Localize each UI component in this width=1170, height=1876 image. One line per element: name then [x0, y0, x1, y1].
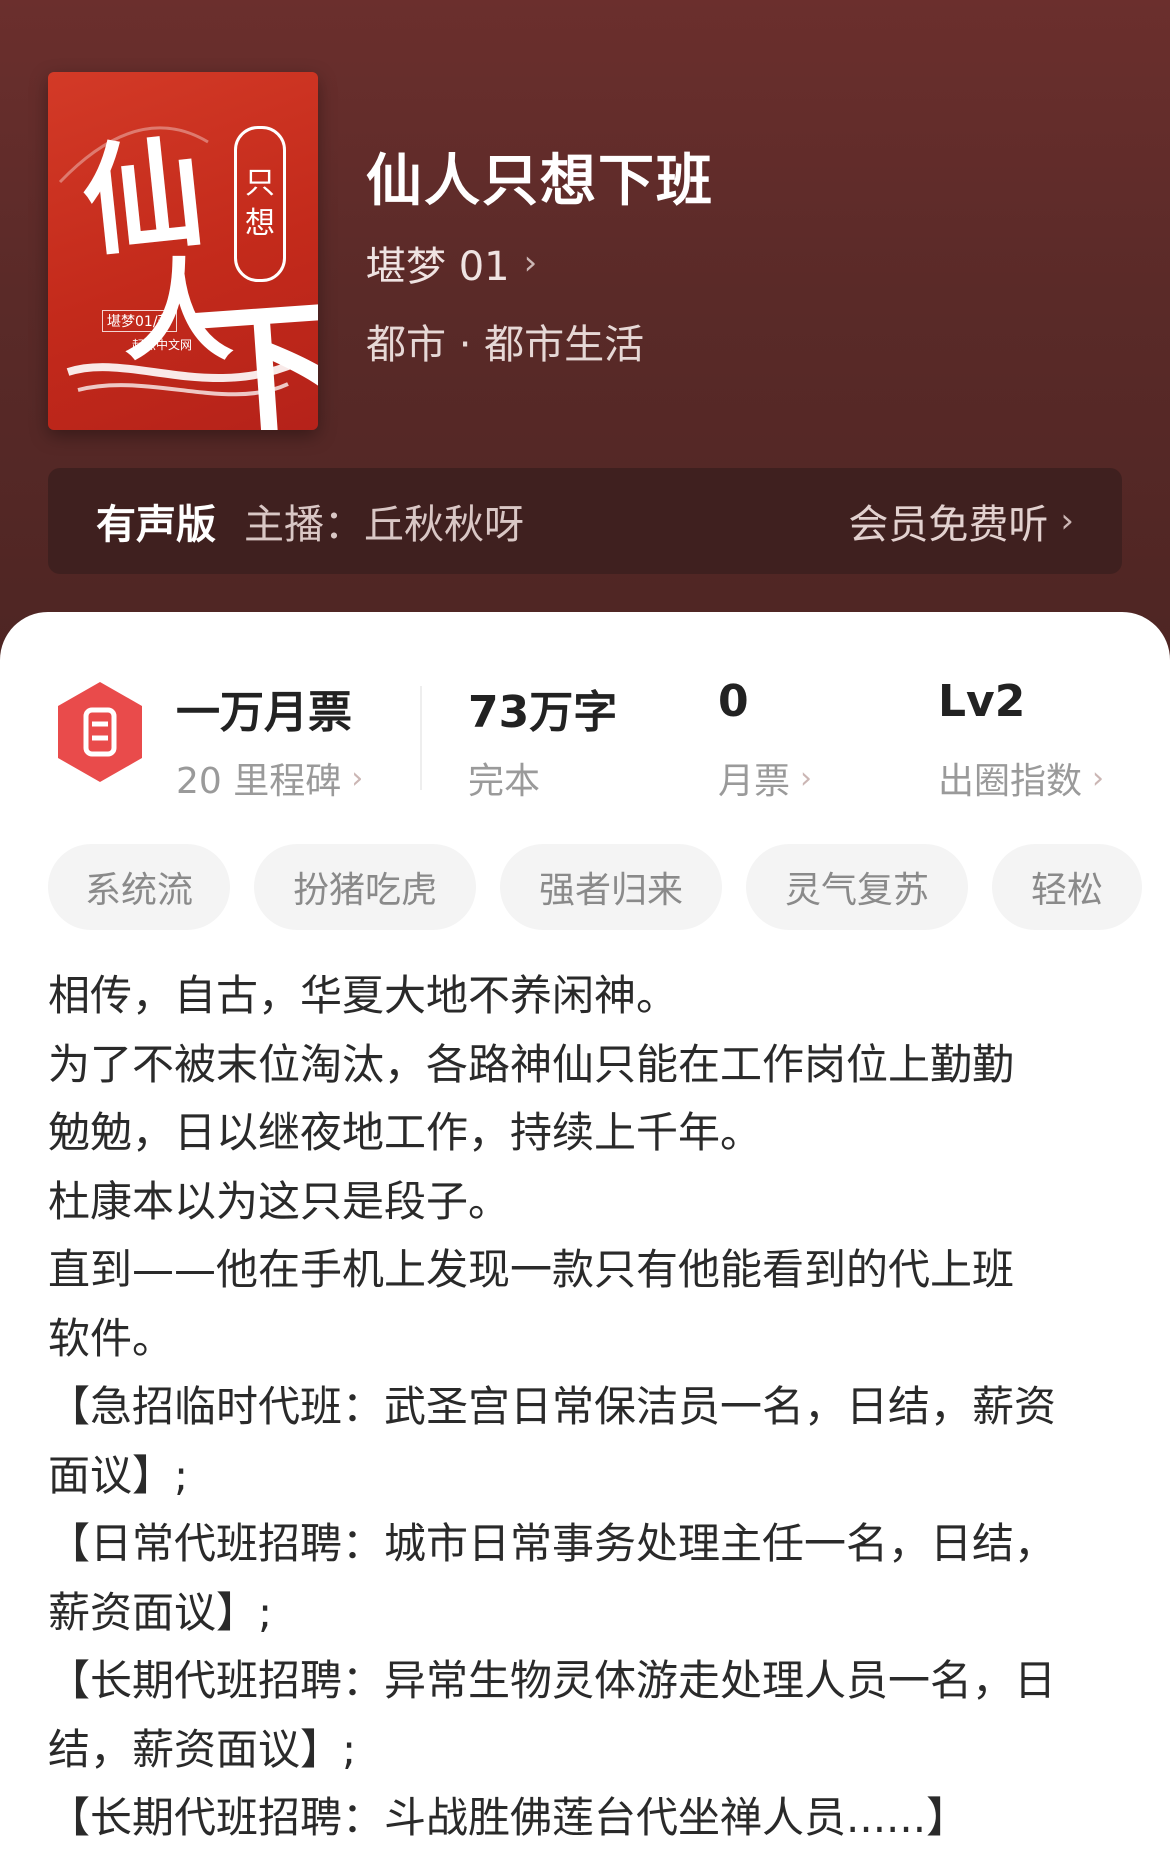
chevron-right-icon: ›: [351, 760, 364, 796]
level-value: Lv2: [938, 676, 1026, 727]
completion-status: 完本: [468, 761, 541, 802]
author-link[interactable]: 堪梦 01 ›: [366, 234, 537, 292]
milestone-link[interactable]: 20 里程碑 ›: [176, 752, 363, 804]
chevron-right-icon: ›: [1092, 760, 1105, 796]
book-header: 仙 人 下班 只 想 堪梦01/著 起点中文网 仙人只想下班 堪梦 01 › 都…: [0, 0, 1170, 660]
author-name: 堪梦 01: [366, 244, 510, 290]
tickets-stat-value: 一万月票: [176, 687, 352, 738]
cover-badge-char-2: 想: [245, 206, 275, 241]
monthly-ticket-link[interactable]: 月票 ›: [718, 752, 812, 804]
synopsis-line: 薪资面议】;: [48, 1587, 273, 1637]
synopsis-line: 【急招临时代班：武圣宫日常保洁员一名，日结，薪资: [48, 1382, 1057, 1431]
genre-label[interactable]: 都市 · 都市生活: [366, 312, 644, 370]
tag-list: 系统流 扮猪吃虎 强者归来 灵气复苏 轻松: [48, 844, 1170, 930]
audio-version-bar[interactable]: 有声版 主播：丘秋秋呀 会员免费听 ›: [48, 468, 1122, 574]
book-cover[interactable]: 仙 人 下班 只 想 堪梦01/著 起点中文网: [48, 72, 318, 430]
synopsis-line: 软件。: [48, 1313, 175, 1363]
synopsis-line: 直到——他在手机上发现一款只有他能看到的代上班: [48, 1245, 1015, 1294]
synopsis-line: 杜康本以为这只是段子。: [48, 1176, 511, 1226]
chevron-right-icon: ›: [800, 760, 813, 796]
chevron-right-icon: ›: [523, 243, 538, 283]
synopsis: 相传，自古，华夏大地不养闲神。 为了不被末位淘汰，各路神仙只能在工作岗位上勤勤 …: [48, 962, 1128, 1853]
synopsis-line: 【长期代班招聘：斗战胜佛莲台代坐禅人员......】: [48, 1793, 969, 1842]
monthly-ticket-label: 月票: [718, 761, 791, 802]
tag-chip[interactable]: 灵气复苏: [746, 844, 968, 930]
book-detail-page: 仙 人 下班 只 想 堪梦01/著 起点中文网 仙人只想下班 堪梦 01 › 都…: [0, 0, 1170, 1876]
synopsis-line: 结，薪资面议】;: [48, 1724, 357, 1774]
cover-author-tag: 堪梦01/著: [102, 310, 177, 332]
book-title: 仙人只想下班: [366, 149, 714, 214]
ticket-badge-icon: [58, 682, 142, 782]
synopsis-line: 相传，自古，华夏大地不养闲神。: [48, 971, 679, 1020]
book-info-card: 一万月票 20 里程碑 › 73万字 完本 0 月票 › Lv2 出圈指数 › …: [0, 612, 1170, 1876]
influence-index-link[interactable]: 出圈指数 ›: [938, 752, 1104, 804]
tag-chip[interactable]: 扮猪吃虎: [254, 844, 476, 930]
member-listen-label: 会员免费听: [848, 502, 1049, 548]
tag-chip[interactable]: 轻松: [992, 844, 1142, 930]
tag-chip[interactable]: 系统流: [48, 844, 230, 930]
cover-badge: 只 想: [234, 126, 286, 282]
monthly-ticket-value: 0: [718, 676, 749, 727]
word-count-value: 73万字: [468, 687, 618, 738]
synopsis-line: 【日常代班招聘：城市日常事务处理主任一名，日结，: [48, 1519, 1057, 1568]
stats-divider: [420, 686, 422, 790]
audio-label: 有声版: [96, 502, 216, 548]
synopsis-line: 面议】;: [48, 1450, 189, 1500]
chevron-right-icon: ›: [1060, 501, 1074, 541]
cover-publisher: 起点中文网: [132, 338, 193, 352]
tag-chip[interactable]: 强者归来: [500, 844, 722, 930]
influence-index-label: 出圈指数: [938, 761, 1083, 802]
cover-badge-char-1: 只: [245, 166, 275, 201]
synopsis-line: 为了不被末位淘汰，各路神仙只能在工作岗位上勤勤: [48, 1039, 1015, 1089]
synopsis-line: 勉勉，日以继夜地工作，持续上千年。: [48, 1108, 763, 1157]
stats-row: 一万月票 20 里程碑 › 73万字 完本 0 月票 › Lv2 出圈指数 ›: [0, 672, 1170, 812]
synopsis-line: 【长期代班招聘：异常生物灵体游走处理人员一名，日: [48, 1656, 1057, 1705]
audio-host: 主播：丘秋秋呀: [244, 502, 524, 548]
milestone-label: 20 里程碑: [176, 761, 342, 802]
member-listen-button[interactable]: 会员免费听 ›: [848, 492, 1074, 550]
